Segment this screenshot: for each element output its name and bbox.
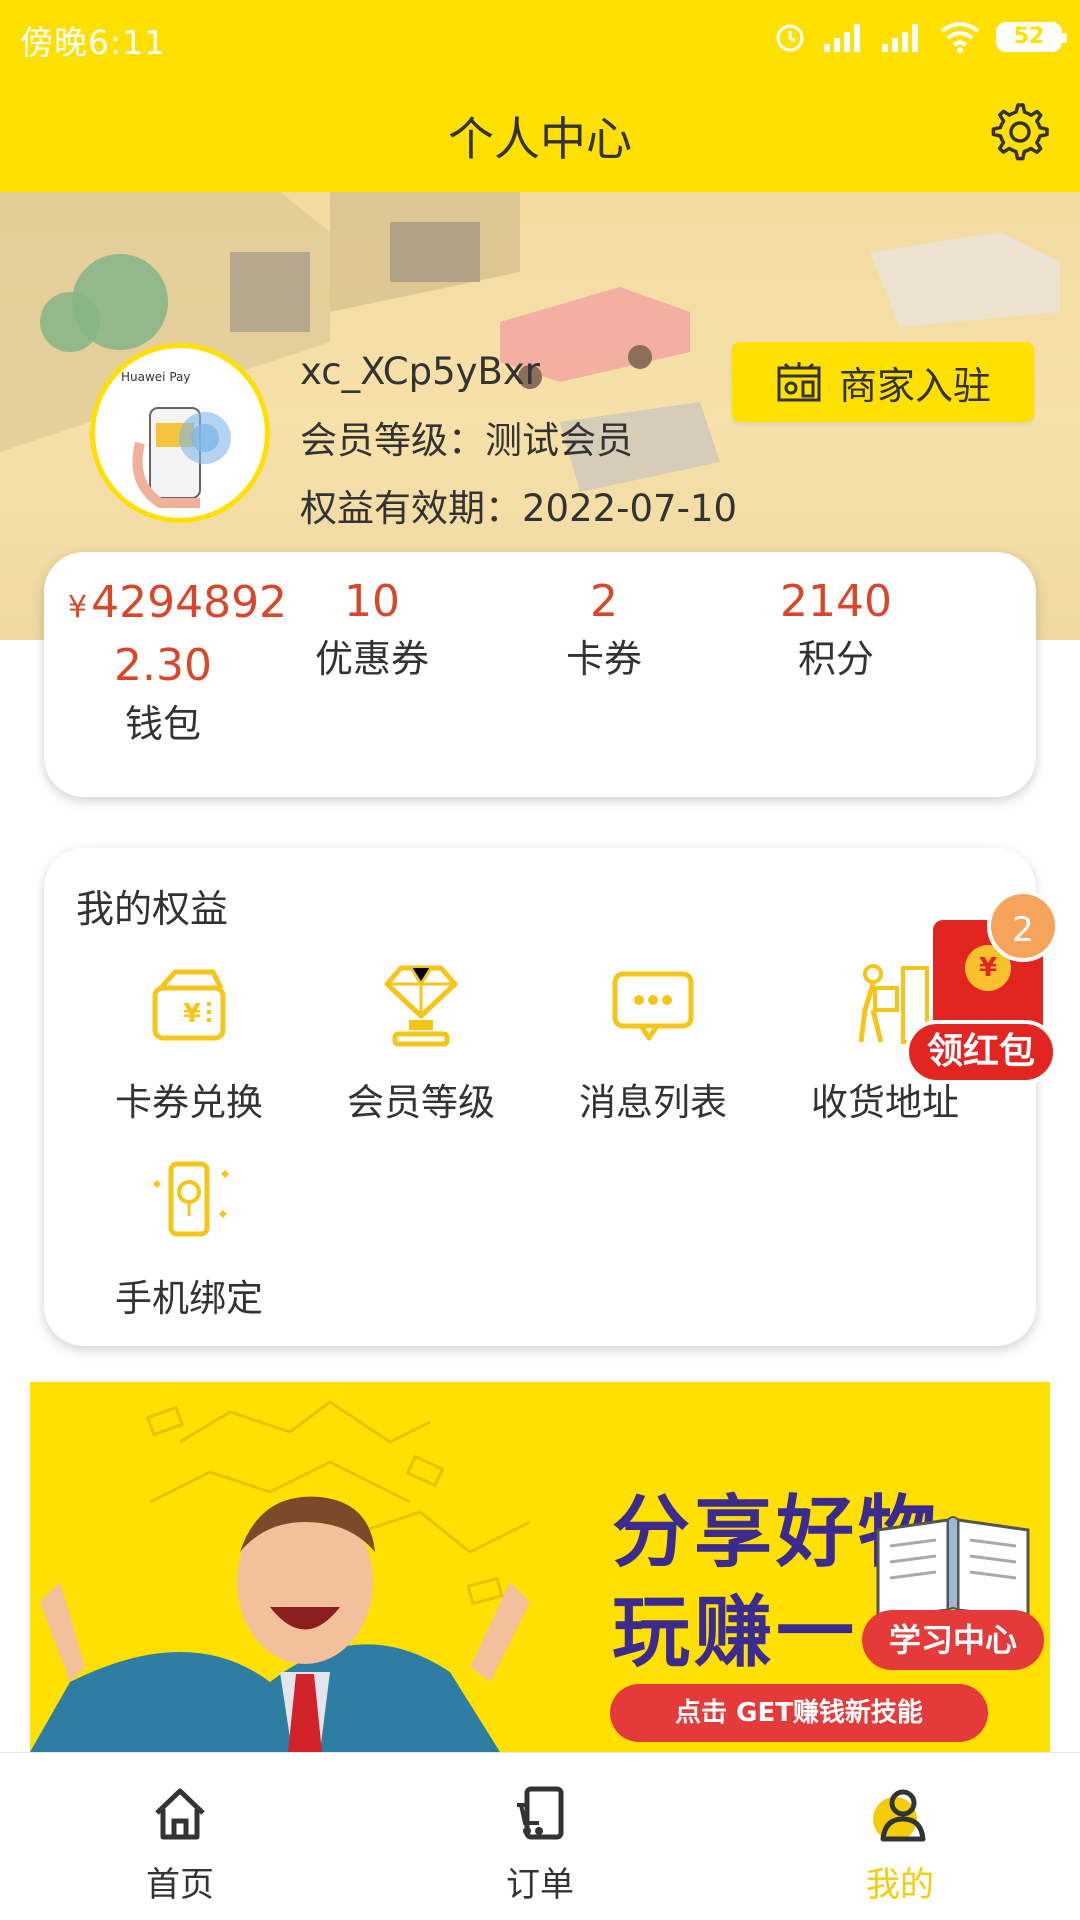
battery-level: 52	[1013, 24, 1045, 49]
home-icon	[155, 1788, 205, 1840]
avatar[interactable]: Huawei Pay	[90, 343, 270, 523]
learning-center-label: 学习中心	[862, 1610, 1044, 1670]
tab-orders[interactable]: 订单	[440, 1783, 640, 1906]
wallet-value-line2: 2.30	[114, 640, 212, 691]
coupons-stat[interactable]: 10 优惠券	[282, 574, 462, 688]
tab-label: 首页	[146, 1865, 214, 1905]
status-time: 傍晚6:11	[20, 23, 167, 62]
coupons-label: 优惠券	[314, 637, 429, 681]
cards-value: 2	[590, 576, 618, 627]
benefit-expiry: 权益有效期：2022-07-10	[300, 487, 738, 530]
order-icon	[517, 1786, 564, 1840]
points-value: 2140	[780, 576, 892, 627]
username: xc_XCp5yBxr	[300, 350, 540, 393]
cheering-man-illustration	[30, 1400, 531, 1752]
points-stat[interactable]: 2140 积分	[746, 574, 926, 688]
benefits-title: 我的权益	[76, 887, 229, 931]
red-packet-badge: 2	[987, 890, 1059, 962]
title-bar: 个人中心	[0, 75, 1080, 192]
benefit-item-phone-binding[interactable]: 手机绑定	[94, 1154, 284, 1322]
alarm-icon	[776, 24, 804, 52]
benefit-label: 卡券兑换	[115, 1081, 263, 1124]
promo-headline-2: 玩赚一	[612, 1588, 859, 1678]
benefits-card: 我的权益 ¥ 卡券兑换 会员等级 消息列表 收货地址 手机绑定	[44, 848, 1036, 1346]
bottom-tab-bar: 首页 订单 我的	[0, 1752, 1080, 1920]
user-icon	[873, 1789, 926, 1842]
stats-card: ¥4294892 2.30 钱包 10 优惠券 2 卡券 2140 积分	[44, 552, 1036, 797]
learning-center-button[interactable]: 学习中心	[862, 1510, 1052, 1670]
tab-label: 我的	[866, 1865, 934, 1905]
signal-icon	[824, 24, 860, 52]
tab-label: 订单	[506, 1865, 574, 1905]
wallet-coupon-icon: ¥	[152, 969, 226, 1041]
battery-indicator: 52	[996, 22, 1067, 52]
cards-stat[interactable]: 2 卡券	[514, 574, 694, 688]
cards-label: 卡券	[565, 637, 642, 681]
battery-cap	[1062, 33, 1067, 43]
wallet-stat[interactable]: ¥4294892 2.30 钱包	[68, 574, 287, 753]
promo-cta-button[interactable]: 点击 GET赚钱新技能	[610, 1684, 988, 1742]
benefit-item-message-list[interactable]: 消息列表	[558, 958, 748, 1126]
wallet-value-line1: 4294892	[91, 577, 288, 628]
member-level: 会员等级：测试会员	[300, 419, 633, 462]
merchant-join-label: 商家入驻	[838, 363, 991, 408]
red-packet-button[interactable]: ¥ 2 领红包	[905, 890, 1065, 1100]
wallet-value: ¥4294892	[68, 574, 287, 637]
gear-icon[interactable]	[986, 99, 1050, 163]
points-label: 积分	[797, 637, 874, 681]
benefit-item-coupon-exchange[interactable]: ¥ 卡券兑换	[94, 958, 284, 1126]
status-bar: 傍晚6:11 52	[0, 0, 1080, 75]
chat-bubble-icon	[612, 971, 694, 1041]
wallet-label: 钱包	[124, 702, 201, 746]
open-book-icon	[876, 1516, 1030, 1620]
benefit-item-member-level[interactable]: 会员等级	[326, 958, 516, 1126]
benefit-label: 消息列表	[579, 1081, 727, 1124]
card-phone-illustration	[132, 407, 231, 508]
wifi-icon	[940, 22, 980, 53]
benefit-label: 手机绑定	[115, 1277, 263, 1320]
tab-mine[interactable]: 我的	[800, 1783, 1000, 1906]
app-root: 傍晚6:11 52 个人中心 Huawei Pay xc_XCp5yBxr 会员…	[0, 0, 1080, 1920]
coupons-value: 10	[344, 576, 400, 627]
tab-home[interactable]: 首页	[80, 1783, 280, 1906]
page-title: 个人中心	[448, 112, 632, 166]
currency-symbol: ¥	[68, 590, 88, 625]
status-icons: 52	[772, 14, 1067, 60]
merchant-join-button[interactable]: 商家入驻	[732, 342, 1034, 422]
svg-text:¥: ¥	[183, 999, 201, 1029]
phone-balloon-icon	[153, 1161, 229, 1237]
red-packet-label: 领红包	[905, 1020, 1057, 1084]
signal-icon-2	[882, 24, 918, 52]
diamond-trophy-icon	[384, 965, 458, 1047]
benefit-label: 会员等级	[347, 1081, 495, 1124]
shop-icon	[777, 362, 821, 402]
